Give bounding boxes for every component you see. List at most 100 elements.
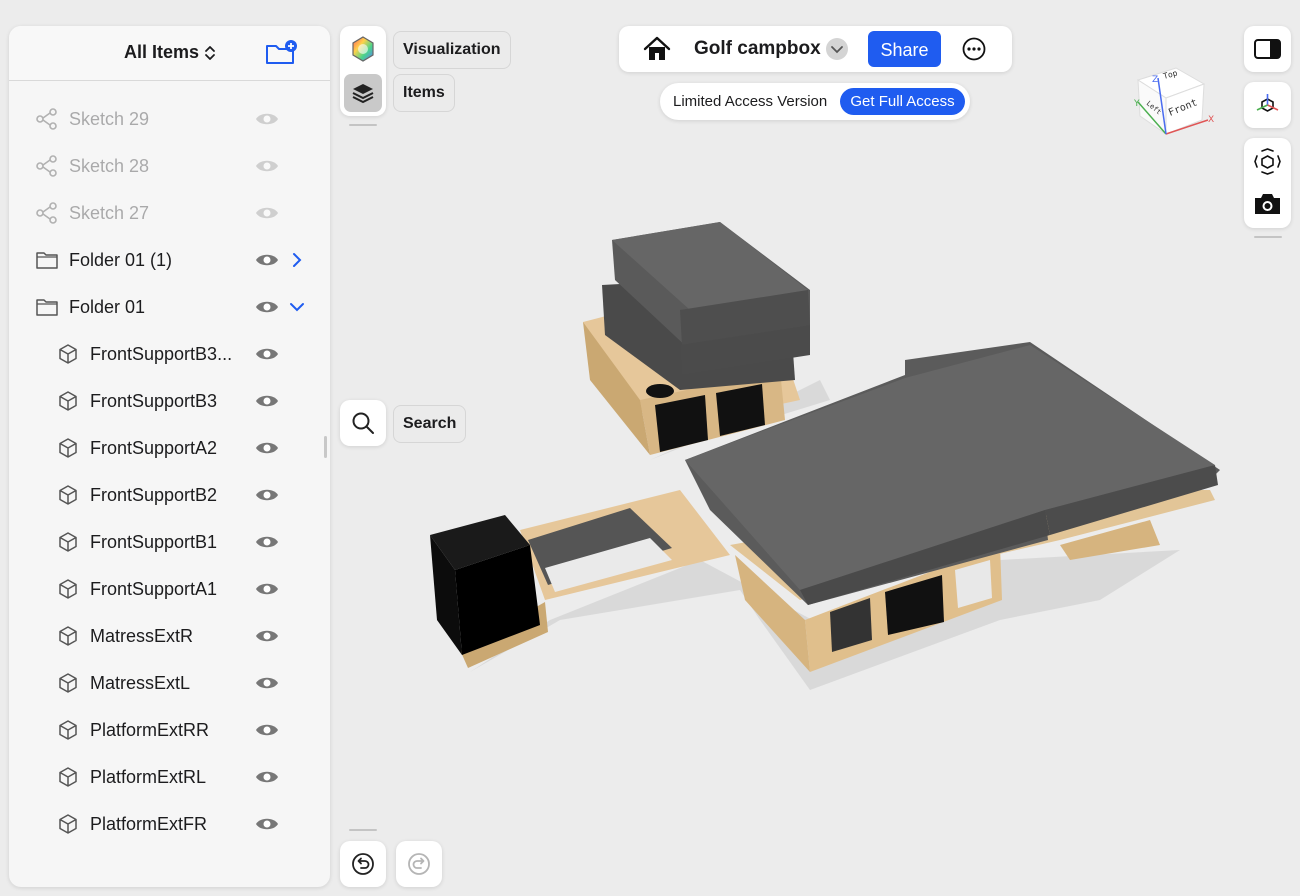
divider bbox=[1254, 236, 1282, 238]
project-toolbar: Golf campbox Share bbox=[619, 26, 1012, 72]
list-item-label: PlatformExtFR bbox=[90, 814, 208, 834]
eye-icon[interactable] bbox=[255, 110, 279, 128]
model-rear-cabinet[interactable] bbox=[583, 222, 810, 455]
list-item[interactable]: PlatformExtRR bbox=[9, 707, 330, 754]
list-item[interactable]: FrontSupportB1 bbox=[9, 519, 330, 566]
chevron-right-icon[interactable] bbox=[289, 251, 305, 269]
camera-icon[interactable] bbox=[1253, 192, 1282, 216]
eye-icon[interactable] bbox=[255, 439, 279, 457]
folder-label: Folder 01 (1) bbox=[69, 250, 173, 270]
folder-icon bbox=[36, 252, 58, 269]
sketch-icon bbox=[36, 108, 57, 130]
list-item[interactable]: FrontSupportB3 bbox=[9, 378, 330, 425]
sketch-icon bbox=[36, 202, 57, 224]
list-item[interactable]: FrontSupportA1 bbox=[9, 566, 330, 613]
list-item[interactable]: Sketch 28 bbox=[9, 143, 330, 190]
eye-icon[interactable] bbox=[255, 157, 279, 175]
eye-icon[interactable] bbox=[255, 392, 279, 410]
search-icon bbox=[352, 412, 374, 434]
items-filter-dropdown[interactable]: All Items bbox=[124, 42, 217, 63]
new-folder-icon[interactable] bbox=[265, 38, 297, 66]
folder-item[interactable]: Folder 01 bbox=[9, 284, 330, 331]
redo-icon bbox=[408, 853, 430, 875]
list-item[interactable]: MatressExtR bbox=[9, 613, 330, 660]
access-banner: Limited Access Version Get Full Access bbox=[660, 83, 970, 120]
layers-icon bbox=[352, 84, 374, 104]
search-button[interactable]: Search bbox=[393, 405, 467, 443]
folder-item[interactable]: Folder 01 (1) bbox=[9, 237, 330, 284]
list-item[interactable]: FrontSupportB3... bbox=[9, 331, 330, 378]
eye-icon[interactable] bbox=[255, 204, 279, 222]
chevron-down-icon[interactable] bbox=[289, 298, 305, 316]
list-item[interactable]: PlatformExtFR bbox=[9, 801, 330, 848]
project-title: Golf campbox bbox=[694, 38, 821, 59]
list-item-label: FrontSupportB2 bbox=[90, 485, 218, 505]
cube-icon bbox=[59, 814, 77, 834]
eye-icon[interactable] bbox=[255, 533, 279, 551]
sidebar-header: All Items bbox=[9, 26, 330, 81]
eye-icon[interactable] bbox=[255, 580, 279, 598]
divider bbox=[349, 829, 377, 831]
eye-icon[interactable] bbox=[255, 298, 279, 316]
eye-icon[interactable] bbox=[255, 627, 279, 645]
eye-icon[interactable] bbox=[255, 768, 279, 786]
search-tool-button[interactable] bbox=[340, 400, 386, 446]
cube-icon bbox=[59, 485, 77, 505]
list-item-label: FrontSupportA2 bbox=[90, 438, 218, 458]
chevron-down-icon[interactable] bbox=[826, 38, 848, 60]
limited-access-text: Limited Access Version bbox=[673, 93, 828, 110]
list-item-label: PlatformExtRL bbox=[90, 767, 207, 787]
axis-z-label: Z bbox=[1152, 75, 1158, 85]
undo-button[interactable] bbox=[340, 841, 386, 887]
list-item[interactable]: Sketch 29 bbox=[9, 96, 330, 143]
list-item-label: Sketch 27 bbox=[69, 203, 150, 223]
cube-icon bbox=[59, 532, 77, 552]
list-item[interactable]: PlatformExtRL bbox=[9, 754, 330, 801]
list-item-label: PlatformExtRR bbox=[90, 720, 210, 740]
view-tools-group bbox=[1244, 138, 1291, 228]
list-item[interactable]: Sketch 27 bbox=[9, 190, 330, 237]
list-item[interactable]: FrontSupportA2 bbox=[9, 425, 330, 472]
fit-view-icon[interactable] bbox=[1254, 148, 1281, 175]
eye-icon[interactable] bbox=[255, 345, 279, 363]
divider bbox=[349, 124, 377, 126]
view-cube[interactable]: Top Front Left X Y Z bbox=[1128, 62, 1218, 144]
list-item-label: MatressExtR bbox=[90, 626, 194, 646]
eye-icon[interactable] bbox=[255, 486, 279, 504]
list-item-label: FrontSupportB3... bbox=[90, 344, 233, 364]
more-icon[interactable] bbox=[962, 37, 986, 61]
sidebar-toggle-icon bbox=[1254, 39, 1281, 59]
cube-icon bbox=[59, 626, 77, 646]
items-sidebar: All Items Sketch 29 Sketch 28 Sketch 27 … bbox=[9, 26, 330, 887]
list-item-label: FrontSupportA1 bbox=[90, 579, 218, 599]
share-button[interactable]: Share bbox=[868, 31, 941, 67]
eye-icon[interactable] bbox=[255, 674, 279, 692]
redo-button[interactable] bbox=[396, 841, 442, 887]
eye-icon[interactable] bbox=[255, 721, 279, 739]
cube-icon bbox=[59, 391, 77, 411]
list-item-label: FrontSupportB3 bbox=[90, 391, 218, 411]
eye-icon[interactable] bbox=[255, 815, 279, 833]
list-item[interactable]: FrontSupportB2 bbox=[9, 472, 330, 519]
items-button[interactable]: Items bbox=[393, 74, 455, 112]
sidebar-resize-handle[interactable] bbox=[324, 436, 327, 458]
home-icon[interactable] bbox=[643, 36, 671, 62]
axis-cube-icon bbox=[1256, 94, 1279, 112]
eye-icon[interactable] bbox=[255, 251, 279, 269]
items-mode-button[interactable] bbox=[344, 74, 382, 112]
cube-icon bbox=[59, 438, 77, 458]
list-item[interactable]: MatressExtL bbox=[9, 660, 330, 707]
visualization-icon[interactable] bbox=[349, 35, 377, 63]
axis-x-label: X bbox=[1208, 115, 1214, 125]
folder-label: Folder 01 bbox=[69, 297, 146, 317]
get-full-access-button[interactable]: Get Full Access bbox=[840, 88, 965, 115]
orientation-button[interactable] bbox=[1244, 82, 1291, 128]
sketch-icon bbox=[36, 155, 57, 177]
list-item-label: MatressExtL bbox=[90, 673, 191, 693]
axis-y-label: Y bbox=[1133, 99, 1140, 109]
cube-icon bbox=[59, 673, 77, 693]
visualization-button[interactable]: Visualization bbox=[393, 31, 511, 69]
list-item-label: Sketch 28 bbox=[69, 156, 150, 176]
toggle-panel-button[interactable] bbox=[1244, 26, 1291, 72]
cube-icon bbox=[59, 767, 77, 787]
